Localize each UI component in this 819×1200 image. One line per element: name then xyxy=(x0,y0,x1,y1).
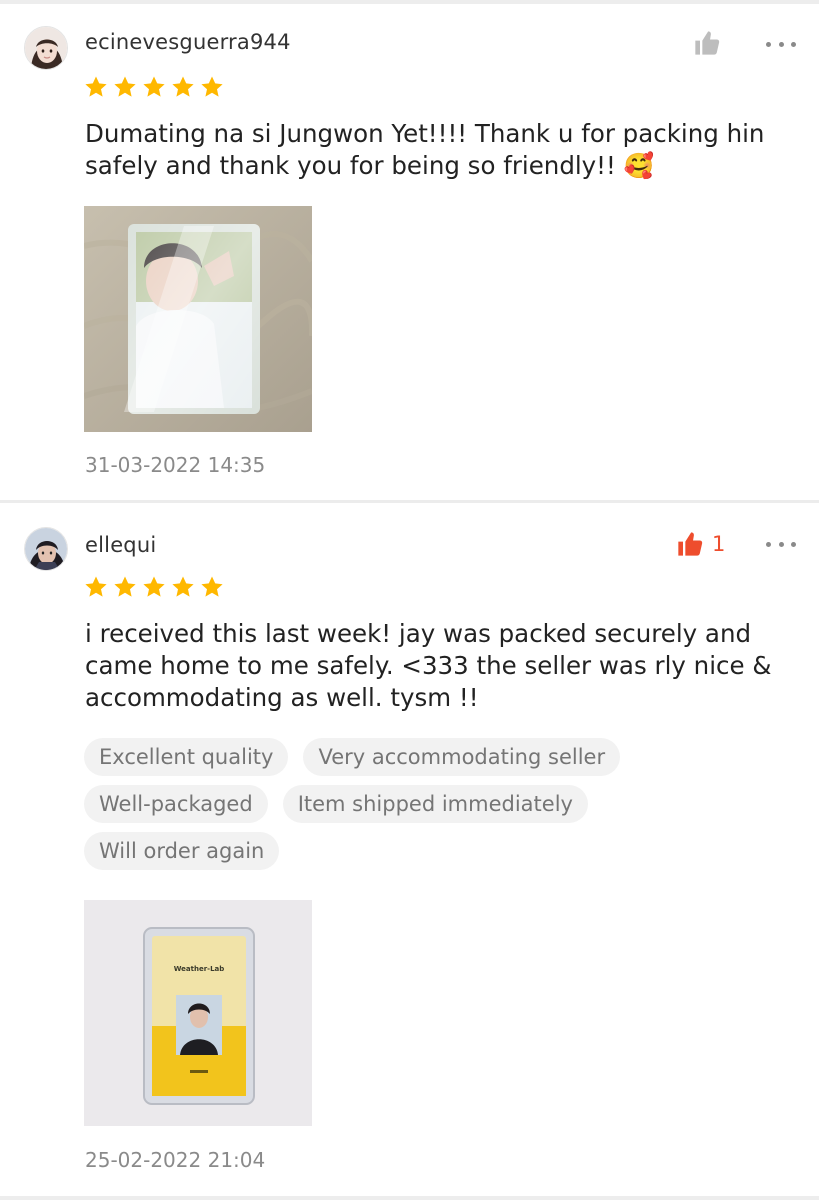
star-rating xyxy=(84,575,229,599)
more-options-icon[interactable] xyxy=(766,539,796,549)
avatar[interactable] xyxy=(24,26,68,70)
review-timestamp: 31-03-2022 14:35 xyxy=(85,453,266,477)
review-photo[interactable] xyxy=(84,206,312,432)
review-item: ecinevesguerra944 Dumating na si Jungwon… xyxy=(0,0,819,500)
tag-chip: Excellent quality xyxy=(84,738,289,776)
review-tags: Excellent quality Very accommodating sel… xyxy=(84,738,724,879)
review-comment: Dumating na si Jungwon Yet!!!! Thank u f… xyxy=(85,119,765,180)
star-icon xyxy=(201,576,223,597)
thumbs-up-icon xyxy=(678,532,703,556)
star-icon xyxy=(172,76,194,97)
tag-chip: Very accommodating seller xyxy=(303,738,621,776)
bottom-divider xyxy=(0,1196,819,1200)
tag-chip: Will order again xyxy=(84,832,280,870)
star-icon xyxy=(143,76,165,97)
star-icon xyxy=(85,576,107,597)
star-icon xyxy=(201,76,223,97)
photo-card-label: Weather-Lab xyxy=(174,965,225,973)
like-button[interactable] xyxy=(693,29,729,57)
star-icon xyxy=(114,76,136,97)
username[interactable]: ecinevesguerra944 xyxy=(85,30,291,54)
thumbs-up-icon xyxy=(695,31,720,55)
star-icon xyxy=(114,576,136,597)
tag-chip: Well-packaged xyxy=(84,785,268,823)
like-count: 1 xyxy=(712,532,726,556)
username[interactable]: ellequi xyxy=(85,533,156,557)
avatar[interactable] xyxy=(24,527,68,571)
review-comment: i received this last week! jay was packe… xyxy=(85,619,772,712)
star-icon xyxy=(143,576,165,597)
review-photo[interactable]: Weather-Lab xyxy=(84,900,312,1126)
review-timestamp: 25-02-2022 21:04 xyxy=(85,1148,266,1172)
tag-chip: Item shipped immediately xyxy=(282,785,588,823)
like-button[interactable]: 1 xyxy=(676,530,725,558)
star-icon xyxy=(85,76,107,97)
star-rating xyxy=(84,75,229,99)
star-icon xyxy=(172,576,194,597)
review-item: ellequi 1 i received this last week! jay… xyxy=(0,503,819,1196)
more-options-icon[interactable] xyxy=(766,39,796,49)
